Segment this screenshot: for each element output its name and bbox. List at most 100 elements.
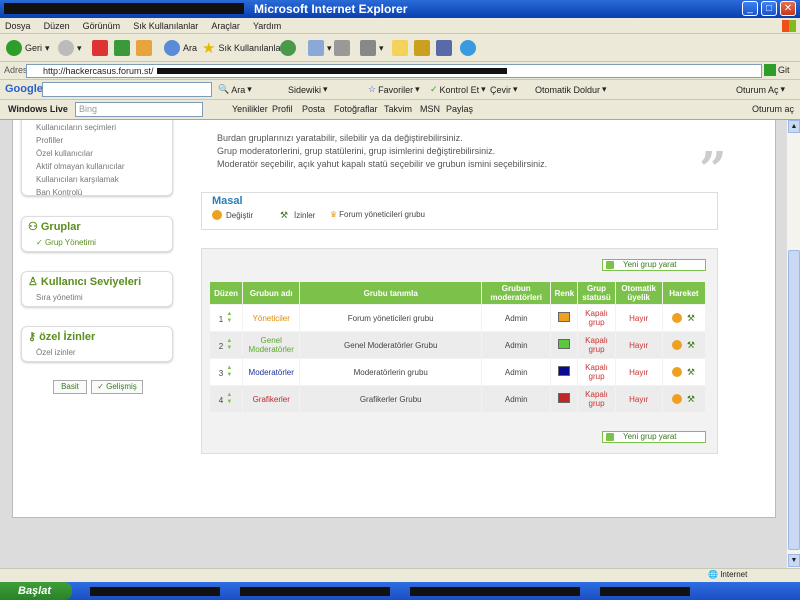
history-button[interactable] [280,39,296,57]
groups-icon: ⚇ [28,221,38,233]
live-signin[interactable]: Oturum aç [752,104,794,114]
scroll-down-icon[interactable]: ▼ [788,554,800,567]
menu-view[interactable]: Görünüm [78,18,126,34]
google-search-input[interactable] [42,82,212,97]
go-label: Git [778,65,790,75]
scroll-up-icon[interactable]: ▲ [788,120,800,133]
research-button[interactable] [436,39,452,57]
refresh-icon [114,40,130,56]
menu-favorites[interactable]: Sık Kullanılanlar [128,18,203,34]
minimize-button[interactable]: _ [742,1,758,16]
col-status: Grup statusü [578,282,615,304]
reorder-arrows-icon[interactable]: ▲ ▼ [225,338,233,352]
permissions-icon[interactable]: ⚒ [686,367,696,377]
mail-button[interactable]: ▾ [308,39,332,57]
reorder-arrows-icon[interactable]: ▲ ▼ [225,365,233,379]
menu-special-permissions[interactable]: Özel izinler [22,346,172,359]
row-moderator-cell: Admin [482,386,551,412]
menu-file[interactable]: Dosya [0,18,36,34]
menu-inactive-users[interactable]: Aktif olmayan kullanıcılar [22,160,172,173]
favorites-button[interactable]: ★ Sık Kullanılanlar [202,39,284,57]
check-icon: ✓ [430,84,438,94]
search-label: Ara [183,43,198,53]
edit-icon[interactable] [671,394,682,404]
scroll-thumb[interactable] [788,250,800,550]
edit-icon[interactable] [671,367,682,377]
google-signin-button[interactable]: Oturum Aç ▾ [736,84,785,95]
group-status: Kapalı grup [585,309,608,327]
sidewiki-button[interactable]: Sidewiki ▾ [288,84,328,95]
menu-help[interactable]: Yardım [248,18,286,34]
bing-search-input[interactable]: Bing [75,102,203,117]
forward-arrow-icon [58,40,74,56]
vertical-scrollbar[interactable]: ▲ ▼ [786,120,800,568]
menu-rank-management[interactable]: Sıra yönetimi [22,291,172,304]
google-search-button[interactable]: 🔍 Ara ▾ [218,84,252,95]
live-mail[interactable]: Posta [302,104,325,114]
live-profile[interactable]: Profil [272,104,293,114]
edit-icon[interactable] [671,313,682,323]
notes-button[interactable] [392,39,408,57]
messenger-button[interactable] [460,39,476,57]
menu-profiles[interactable]: Profiller [22,134,172,147]
live-share[interactable]: Paylaş [446,104,473,114]
masal-edit-link[interactable]: Değiştir [210,210,253,220]
row-desc-cell: Grafikerler Grubu [300,386,482,412]
row-auto-cell: Hayır [615,386,662,412]
permissions-icon[interactable]: ⚒ [686,313,696,323]
col-order: Düzen [210,282,243,304]
masal-group-link[interactable]: ♛ Forum yöneticileri grubu [330,210,425,219]
new-group-button-top[interactable]: Yeni grup yarat [602,259,706,271]
basic-mode-button[interactable]: Basit [53,380,87,394]
group-name-link[interactable]: Grafikerler [253,395,290,404]
stop-button[interactable] [92,39,108,57]
research-icon [436,40,452,56]
translate-button[interactable]: Çevir ▾ [490,84,518,95]
color-swatch [558,393,571,403]
forward-button[interactable]: ▾ [58,39,82,57]
start-button[interactable]: Başlat [0,582,72,600]
menu-group-management[interactable]: ✓ Grup Yönetimi [22,236,172,249]
close-button[interactable]: ✕ [780,1,796,16]
live-news[interactable]: Yenilikler [232,104,268,114]
menu-user-choices[interactable]: Kullanıcıların seçimleri [22,121,172,134]
menu-ban-control[interactable]: Ban Kontrolü [22,186,172,199]
reorder-arrows-icon[interactable]: ▲ ▼ [225,311,233,325]
favorites-google-button[interactable]: ☆ Favoriler ▾ [368,84,420,95]
print-button[interactable] [334,39,350,57]
refresh-button[interactable] [114,39,130,57]
maximize-button[interactable]: □ [761,1,777,16]
edit-button[interactable]: ▾ [360,39,384,57]
row-status-cell: Kapalı grup [578,359,615,385]
home-button[interactable] [136,39,152,57]
groups-panel: Yeni grup yarat Düzen Grubun adı Grubu t… [201,248,718,454]
group-name-link[interactable]: Genel Moderatörler [249,336,294,354]
description-line-1: Burdan gruplarınızı yaratabilir, silebil… [217,133,463,143]
live-photos[interactable]: Fotoğraflar [334,104,378,114]
new-group-button-bottom[interactable]: Yeni grup yarat [602,431,706,443]
masal-permissions-link[interactable]: ⚒ İzinler [278,210,315,220]
group-name-link[interactable]: Moderatörler [249,368,294,377]
search-button[interactable]: Ara [164,39,197,57]
autofill-button[interactable]: Otomatik Doldur ▾ [535,84,607,95]
masal-edit-label: Değiştir [226,210,254,220]
menu-special-users[interactable]: Özel kullanıcılar [22,147,172,160]
pen-button[interactable] [414,39,430,57]
permissions-icon[interactable]: ⚒ [686,340,696,350]
menu-welcome-users[interactable]: Kullanıcıları karşılamak [22,173,172,186]
go-button[interactable]: Git [764,64,790,76]
check-button[interactable]: ✓ Kontrol Et ▾ [430,84,486,95]
edit-icon[interactable] [671,340,682,350]
live-msn[interactable]: MSN [420,104,440,114]
go-arrow-icon [764,64,776,76]
address-input[interactable]: http://hackercasus.forum.st/ [26,64,762,78]
permissions-icon[interactable]: ⚒ [686,394,696,404]
live-calendar[interactable]: Takvim [384,104,412,114]
reorder-arrows-icon[interactable]: ▲ ▼ [225,392,233,406]
menu-tools[interactable]: Araçlar [206,18,245,34]
back-button[interactable]: Geri ▾ [6,39,50,57]
menu-edit[interactable]: Düzen [39,18,75,34]
home-icon [136,40,152,56]
group-name-link[interactable]: Yöneticiler [253,314,290,323]
advanced-mode-button[interactable]: ✓ Gelişmiş [91,380,143,394]
